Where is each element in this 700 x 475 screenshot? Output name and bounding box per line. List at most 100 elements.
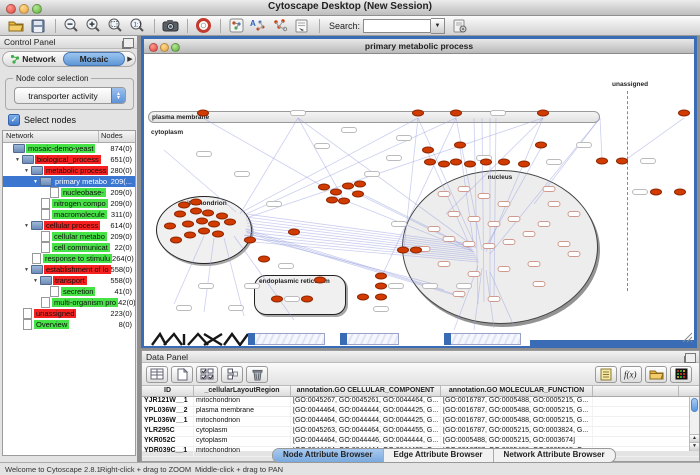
tree-row[interactable]: mosaic-demo-yeast874(0) <box>3 143 135 154</box>
nucleus-node[interactable] <box>448 211 461 217</box>
network-node[interactable] <box>438 161 450 168</box>
tree-row[interactable]: unassigned223(0) <box>3 308 135 319</box>
tree-row[interactable]: Overview8(0) <box>3 319 135 330</box>
network-node[interactable] <box>352 191 364 198</box>
network-node[interactable] <box>454 142 466 149</box>
network-node[interactable] <box>208 221 220 228</box>
network-node[interactable] <box>518 161 530 168</box>
network-node[interactable] <box>178 202 190 209</box>
table-row[interactable]: YPL036W__2plasma membrane[GO:0044464, GO… <box>142 407 699 417</box>
disclosure-icon[interactable]: ▼ <box>33 278 40 284</box>
unselect-attributes-button[interactable] <box>221 366 243 383</box>
disclosure-icon[interactable]: ▼ <box>15 157 22 163</box>
nucleus-node[interactable] <box>533 281 546 287</box>
float-data-panel-icon[interactable] <box>685 353 696 363</box>
zoom-fit-icon[interactable]: 1:1 <box>127 17 147 35</box>
network-node[interactable] <box>674 189 686 196</box>
nucleus-node[interactable] <box>438 261 451 267</box>
network-node[interactable] <box>375 273 387 280</box>
nucleus-node[interactable] <box>528 261 541 267</box>
nucleus-node[interactable] <box>568 211 581 217</box>
import-attributes-button[interactable] <box>645 366 667 383</box>
zoom-in-icon[interactable] <box>83 17 103 35</box>
network-node[interactable] <box>375 283 387 290</box>
tree-row[interactable]: ▼biological_process651(0) <box>3 154 135 165</box>
subnetwork-icon[interactable] <box>270 17 290 35</box>
network-window-title-bar[interactable]: primary metabolic process <box>144 39 694 54</box>
search-config-icon[interactable] <box>450 17 470 35</box>
save-session-icon[interactable] <box>28 17 48 35</box>
network-node[interactable] <box>164 223 176 230</box>
tree-row[interactable]: ▼transport558(0) <box>3 275 135 286</box>
nucleus-node[interactable] <box>568 251 581 257</box>
new-attribute-button[interactable] <box>171 366 193 383</box>
minimized-network-glyph[interactable] <box>150 332 250 346</box>
nucleus-node[interactable] <box>543 186 556 192</box>
disclosure-icon[interactable]: ▼ <box>24 223 31 229</box>
network-node[interactable] <box>314 277 326 284</box>
network-node[interactable] <box>212 231 224 238</box>
select-nodes-checkbox[interactable]: ✓ Select nodes <box>8 114 76 126</box>
network-node[interactable] <box>650 189 662 196</box>
attribute-list-button[interactable] <box>595 366 617 383</box>
nucleus-node[interactable] <box>468 271 481 277</box>
network-node[interactable] <box>422 147 434 154</box>
tree-row[interactable]: macromolecule311(0) <box>3 209 135 220</box>
tree-row[interactable]: response to stimulu264(0) <box>3 253 135 264</box>
delete-attribute-button[interactable] <box>246 366 268 383</box>
network-node[interactable] <box>616 158 628 165</box>
network-node[interactable] <box>190 199 202 206</box>
network-node[interactable] <box>326 197 338 204</box>
network-node[interactable] <box>258 256 270 263</box>
network-node[interactable] <box>198 228 210 235</box>
nucleus-node[interactable] <box>438 191 451 197</box>
tree-row[interactable]: multi-organism pro42(0) <box>3 297 135 308</box>
nucleus-node[interactable] <box>548 201 561 207</box>
network-node[interactable] <box>330 189 342 196</box>
open-session-icon[interactable] <box>6 17 26 35</box>
nucleus-node[interactable] <box>488 296 501 302</box>
network-node[interactable] <box>357 294 369 301</box>
network-node[interactable] <box>318 184 330 191</box>
network-node[interactable] <box>537 110 549 117</box>
network-node[interactable] <box>535 142 547 149</box>
float-panel-icon[interactable] <box>123 38 134 48</box>
nucleus-node[interactable] <box>468 216 481 222</box>
snapshot-icon[interactable] <box>160 17 180 35</box>
search-dropdown-icon[interactable]: ▼ <box>431 18 445 34</box>
column-header[interactable]: _cellularLayoutRegion <box>194 386 291 396</box>
nucleus-node[interactable] <box>558 241 571 247</box>
network-node[interactable] <box>450 110 462 117</box>
tab-scroll-right-icon[interactable]: ▶ <box>125 55 135 63</box>
network-node[interactable] <box>338 198 350 205</box>
network-node[interactable] <box>596 158 608 165</box>
tab-mosaic[interactable]: Mosaic <box>63 52 125 66</box>
tree-column-network[interactable]: Network <box>3 131 99 142</box>
network-overview-icon[interactable] <box>226 17 246 35</box>
tree-row[interactable]: cellular metabo209(0) <box>3 231 135 242</box>
tree-row[interactable]: nucleobase-209(0) <box>3 187 135 198</box>
network-node[interactable] <box>678 110 690 117</box>
network-node[interactable] <box>244 237 256 244</box>
disclosure-icon[interactable]: ▼ <box>24 267 31 273</box>
network-node[interactable] <box>464 161 476 168</box>
nucleus-node[interactable] <box>478 193 491 199</box>
network-node[interactable] <box>480 159 492 166</box>
node-color-dropdown[interactable]: transporter activity ▲▼ <box>14 87 126 104</box>
table-row[interactable]: YJR121W__1mitochondrion[GO:0045267, GO:0… <box>142 397 699 407</box>
network-node[interactable] <box>182 221 194 228</box>
nucleus-node[interactable] <box>488 221 501 227</box>
nucleus-node[interactable] <box>443 236 456 242</box>
select-attributes-button[interactable] <box>196 366 218 383</box>
network-node[interactable] <box>197 110 209 117</box>
network-node[interactable] <box>184 232 196 239</box>
network-node[interactable] <box>498 159 510 166</box>
scroll-down-icon[interactable]: ▼ <box>690 442 699 451</box>
tree-row[interactable]: nitrogen compo209(0) <box>3 198 135 209</box>
function-builder-button[interactable]: f(x) <box>620 366 642 383</box>
minimized-window-2[interactable] <box>340 333 399 345</box>
tree-row[interactable]: ▼primary metabo209(... <box>3 176 135 187</box>
column-header[interactable]: annotation.GO MOLECULAR_FUNCTION <box>441 386 593 396</box>
minimized-window-1[interactable] <box>248 333 325 345</box>
network-node[interactable] <box>375 294 387 301</box>
